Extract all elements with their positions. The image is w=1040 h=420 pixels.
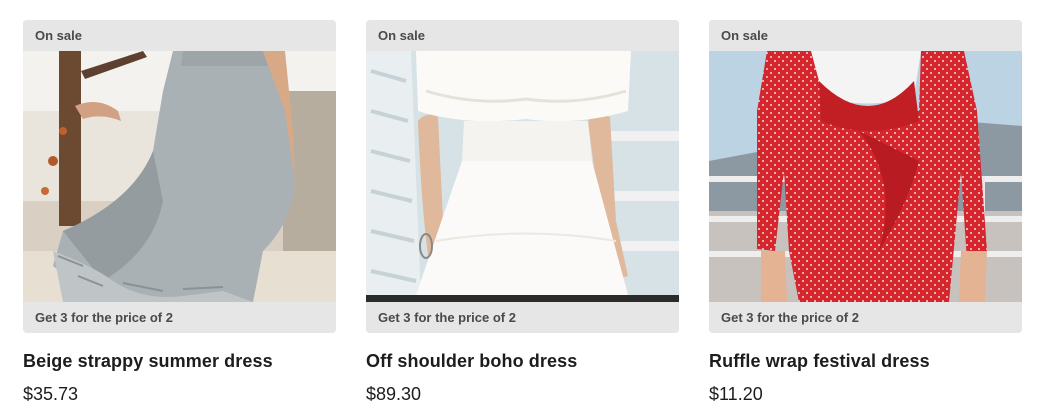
- sale-badge: On sale: [366, 20, 679, 51]
- product-photo[interactable]: [709, 51, 1022, 302]
- product-price: $11.20: [709, 384, 763, 404]
- product-card[interactable]: On sale: [23, 20, 336, 405]
- sale-badge: On sale: [23, 20, 336, 51]
- promo-label: Get 3 for the price of 2: [23, 302, 336, 333]
- product-image-frame[interactable]: On sale Get 3 for the price of 2: [366, 20, 679, 333]
- promo-label: Get 3 for the price of 2: [366, 302, 679, 333]
- product-title[interactable]: Beige strappy summer dress: [23, 351, 336, 372]
- white-dress-photo: [366, 51, 679, 302]
- product-photo[interactable]: [366, 51, 679, 302]
- sale-badge: On sale: [709, 20, 1022, 51]
- product-card[interactable]: On sale: [709, 20, 1022, 405]
- product-card[interactable]: On sale: [366, 20, 679, 405]
- product-grid: On sale Get 3 for the price of 2 Beige s…: [23, 20, 1022, 405]
- product-price: $89.30: [366, 384, 422, 404]
- product-photo[interactable]: [23, 51, 336, 302]
- promo-label: Get 3 for the price of 2: [709, 302, 1022, 333]
- red-dress-photo: [709, 51, 1022, 302]
- product-title[interactable]: Ruffle wrap festival dress: [709, 351, 1022, 372]
- product-title[interactable]: Off shoulder boho dress: [366, 351, 679, 372]
- grey-dress-photo: [23, 51, 336, 302]
- product-image-frame[interactable]: On sale Get 3 for the price of 2: [23, 20, 336, 333]
- product-price: $35.73: [23, 384, 79, 404]
- product-image-frame[interactable]: On sale Get 3 for the price of 2: [709, 20, 1022, 333]
